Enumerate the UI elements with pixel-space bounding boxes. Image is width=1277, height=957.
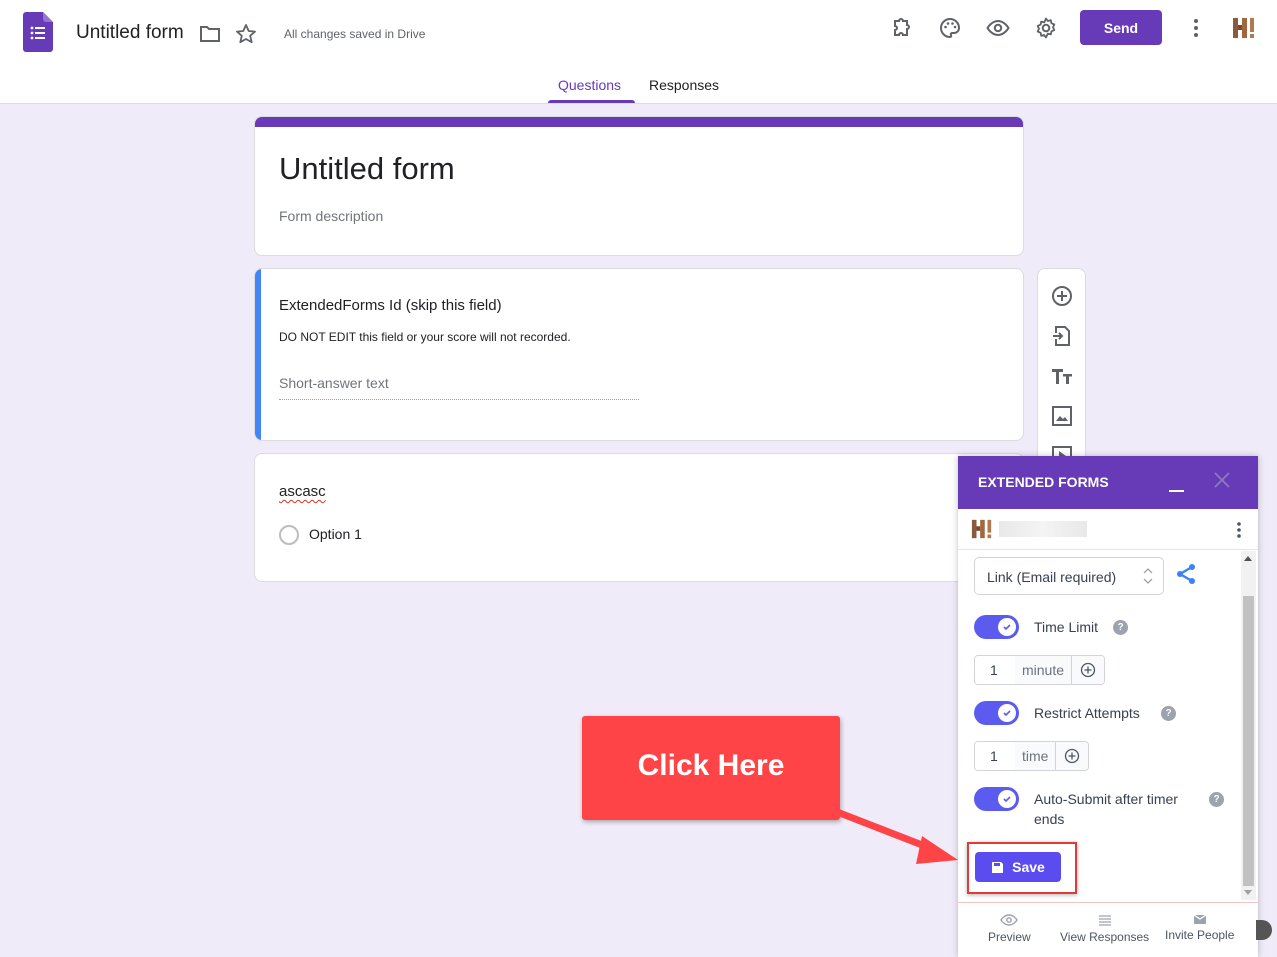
panel-title: EXTENDED FORMS [978, 474, 1109, 490]
time-limit-unit: minute [1015, 656, 1073, 684]
restrict-attempts-toggle[interactable] [974, 701, 1019, 725]
panel-scrollbar[interactable] [1241, 551, 1256, 900]
footer-view-responses-label: View Responses [1060, 930, 1150, 944]
attempts-unit: time [1015, 742, 1057, 770]
help-icon[interactable]: ? [1113, 620, 1128, 635]
scroll-thumb[interactable] [1243, 596, 1254, 886]
toggle-knob [998, 618, 1016, 636]
question-toolbar [1037, 268, 1086, 463]
question-title[interactable]: ascasc [279, 483, 326, 500]
account-avatar[interactable] [1232, 16, 1256, 40]
panel-header: EXTENDED FORMS [958, 456, 1258, 509]
settings-gear-icon[interactable] [1034, 16, 1058, 40]
envelope-icon [1193, 914, 1207, 924]
panel-settings: Link (Email required) Time Limit ? 1 min… [958, 551, 1258, 900]
restrict-attempts-label: Restrict Attempts [1034, 705, 1140, 721]
panel-footer: Preview View Responses Invite People [958, 902, 1258, 957]
attempts-input-group: 1 time [974, 741, 1090, 771]
auto-submit-toggle[interactable] [974, 787, 1019, 811]
short-answer-field[interactable]: Short-answer text [279, 375, 639, 400]
question-title[interactable]: ExtendedForms Id (skip this field) [279, 297, 502, 314]
attempts-value[interactable]: 1 [975, 742, 1015, 770]
user-name-redacted [999, 521, 1087, 537]
scroll-down-arrow[interactable] [1244, 890, 1252, 895]
help-fab[interactable] [1256, 920, 1272, 940]
share-icon[interactable] [1175, 563, 1197, 585]
footer-view-responses[interactable]: View Responses [1060, 913, 1149, 944]
footer-preview-label: Preview [988, 930, 1031, 944]
click-here-callout: Click Here [582, 716, 840, 820]
footer-invite-people-label: Invite People [1165, 928, 1235, 942]
increment-button[interactable] [1056, 742, 1089, 770]
user-avatar [971, 519, 992, 539]
tab-responses[interactable]: Responses [649, 77, 719, 93]
theme-color-bar [255, 117, 1023, 127]
active-tab-indicator [548, 100, 635, 103]
save-label: Save [1012, 859, 1045, 875]
chevron-updown-icon [1143, 568, 1153, 584]
time-limit-value[interactable]: 1 [975, 656, 1015, 684]
time-limit-toggle[interactable] [974, 615, 1019, 639]
extended-forms-panel: EXTENDED FORMS Link (Email required) Tim… [958, 456, 1258, 957]
preview-eye-icon[interactable] [986, 16, 1010, 40]
increment-button[interactable] [1072, 656, 1105, 684]
panel-user-row [958, 509, 1258, 550]
save-status: All changes saved in Drive [284, 27, 426, 41]
time-limit-label: Time Limit [1034, 619, 1099, 635]
close-icon[interactable] [1214, 472, 1230, 488]
help-icon[interactable]: ? [1209, 792, 1224, 807]
add-image-icon[interactable] [1050, 404, 1074, 428]
auto-submit-label: Auto-Submit after timer ends [1034, 791, 1178, 827]
selected-indicator [255, 269, 261, 440]
time-limit-input-group: 1 minute [974, 655, 1106, 685]
help-icon[interactable]: ? [1161, 706, 1176, 721]
forms-logo-icon[interactable] [23, 12, 53, 52]
check-icon [1003, 624, 1011, 631]
list-icon [1098, 915, 1111, 926]
tab-questions[interactable]: Questions [558, 77, 621, 93]
question-card[interactable]: ascasc Option 1 [254, 453, 1024, 582]
more-vert-icon[interactable] [1184, 16, 1208, 40]
check-icon [1003, 710, 1011, 717]
add-circle-icon [1080, 662, 1096, 678]
save-button[interactable]: Save [975, 852, 1061, 882]
question-card[interactable]: ExtendedForms Id (skip this field) DO NO… [254, 268, 1024, 441]
floppy-disk-icon [992, 861, 1004, 873]
star-icon[interactable] [234, 22, 258, 46]
footer-invite-people[interactable]: Invite People [1165, 913, 1234, 942]
app-header: Untitled form All changes saved in Drive… [0, 0, 1277, 104]
scroll-up-arrow[interactable] [1244, 556, 1252, 561]
callout-arrow [830, 806, 958, 864]
palette-icon[interactable] [938, 16, 962, 40]
footer-preview[interactable]: Preview [988, 913, 1031, 944]
option-label[interactable]: Option 1 [309, 526, 362, 542]
document-title[interactable]: Untitled form [76, 22, 184, 44]
form-title[interactable]: Untitled form [279, 151, 455, 187]
question-description: DO NOT EDIT this field or your score wil… [279, 330, 571, 344]
toggle-knob [998, 704, 1016, 722]
eye-icon [1000, 914, 1019, 926]
check-icon [1003, 796, 1011, 803]
share-mode-value: Link (Email required) [987, 569, 1117, 585]
form-description-field[interactable]: Form description [279, 208, 383, 224]
folder-icon[interactable] [198, 22, 222, 46]
send-button[interactable]: Send [1080, 10, 1162, 45]
add-circle-icon [1065, 748, 1080, 764]
share-mode-select[interactable]: Link (Email required) [974, 557, 1164, 595]
form-title-card[interactable]: Untitled form Form description [254, 116, 1024, 256]
add-title-icon[interactable] [1050, 364, 1074, 388]
minimize-button[interactable] [1169, 478, 1185, 492]
add-question-icon[interactable] [1050, 284, 1074, 308]
toggle-knob [998, 790, 1016, 808]
option-radio[interactable] [279, 525, 299, 545]
more-vert-icon[interactable] [1236, 521, 1242, 539]
import-questions-icon[interactable] [1050, 324, 1074, 348]
addons-puzzle-icon[interactable] [890, 16, 914, 40]
